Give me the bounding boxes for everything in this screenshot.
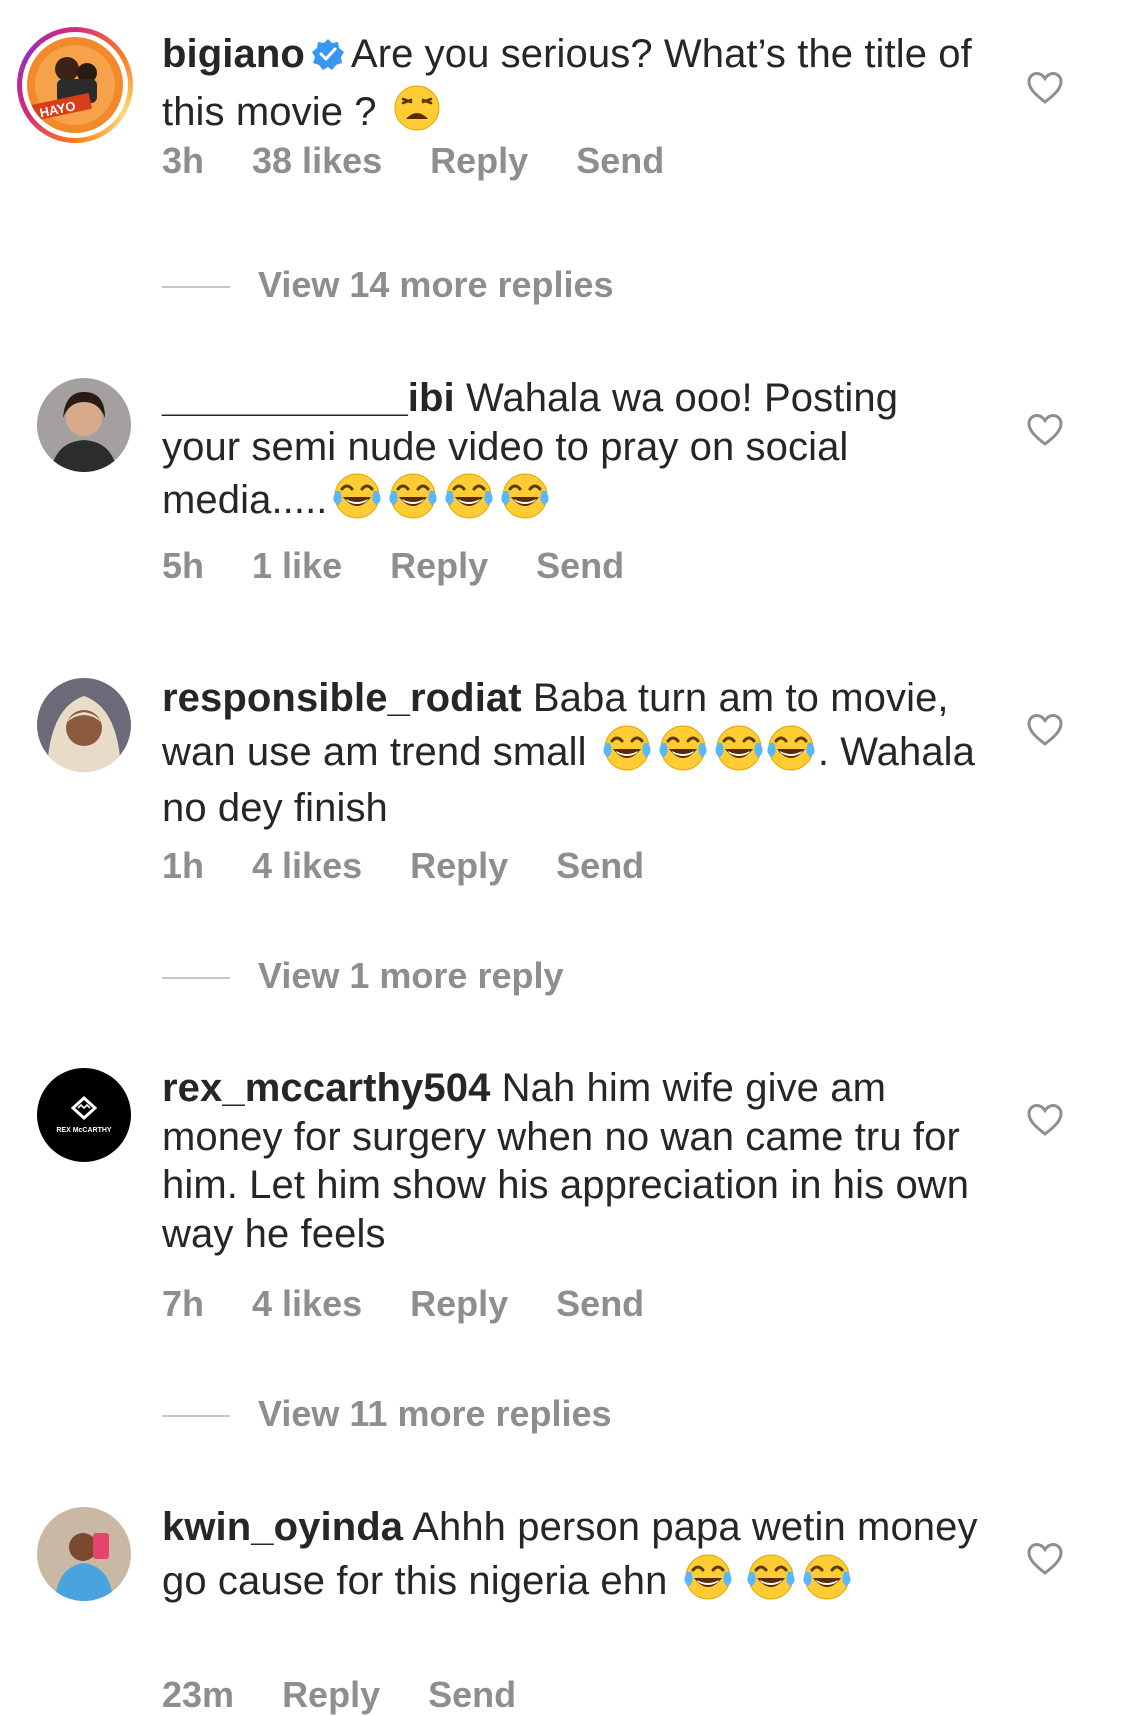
- tears-of-joy-emoji-icon: [745, 1552, 798, 1614]
- like-heart-icon[interactable]: [1026, 1103, 1064, 1137]
- tears-of-joy-emoji-icon: [682, 1552, 735, 1614]
- comment-meta: 7h 4 likes Reply Send: [162, 1283, 692, 1325]
- send-button[interactable]: Send: [556, 845, 644, 887]
- comment-text: ___________ibi Wahala wa ooo! Posting yo…: [162, 374, 982, 533]
- reply-button[interactable]: Reply: [410, 845, 508, 887]
- like-heart-icon[interactable]: [1026, 1542, 1064, 1576]
- comment-username[interactable]: ___________ibi: [162, 376, 455, 420]
- avatar[interactable]: [37, 1507, 131, 1601]
- comment-text: bigiano Are you serious? What’s the title…: [162, 30, 982, 144]
- tears-of-joy-emoji-icon: [443, 471, 496, 533]
- tears-of-joy-emoji-icon: [801, 1552, 854, 1614]
- comment-text: kwin_oyinda Ahhh person papa wetin money…: [162, 1503, 982, 1613]
- view-more-replies-button[interactable]: View 14 more replies: [162, 264, 614, 306]
- comment-meta: 1h 4 likes Reply Send: [162, 845, 692, 887]
- reply-button[interactable]: Reply: [430, 140, 528, 182]
- like-heart-icon[interactable]: [1026, 713, 1064, 747]
- likes-count[interactable]: 38 likes: [252, 140, 382, 182]
- view-more-replies-button[interactable]: View 11 more replies: [162, 1393, 612, 1435]
- comment-username[interactable]: responsible_rodiat: [162, 676, 522, 720]
- reply-button[interactable]: Reply: [390, 545, 488, 587]
- comment-text: rex_mccarthy504 Nah him wife give am mon…: [162, 1064, 982, 1258]
- view-more-replies-button[interactable]: View 1 more reply: [162, 955, 564, 997]
- like-heart-icon[interactable]: [1026, 413, 1064, 447]
- tears-of-joy-emoji-icon: [499, 471, 552, 533]
- verified-badge-icon: [311, 34, 345, 83]
- tears-of-joy-emoji-icon: [601, 723, 654, 785]
- send-button[interactable]: Send: [536, 545, 624, 587]
- divider: [162, 1415, 230, 1418]
- likes-count[interactable]: 1 like: [252, 545, 342, 587]
- weary-face-emoji-icon: [392, 83, 442, 145]
- comment-time: 7h: [162, 1283, 205, 1324]
- tears-of-joy-emoji-icon: [331, 471, 384, 533]
- comment-time: 5h: [162, 545, 205, 586]
- svg-text:REX McCARTHY: REX McCARTHY: [56, 1127, 112, 1134]
- comment-meta: 3h 38 likes Reply Send: [162, 140, 712, 182]
- comment-meta: 23m Reply Send: [162, 1674, 564, 1716]
- like-heart-icon[interactable]: [1026, 71, 1064, 105]
- comment-username[interactable]: kwin_oyinda: [162, 1505, 403, 1549]
- reply-button[interactable]: Reply: [282, 1674, 380, 1716]
- tears-of-joy-emoji-icon: [713, 723, 766, 785]
- comment-username[interactable]: bigiano: [162, 32, 305, 76]
- reply-button[interactable]: Reply: [410, 1283, 508, 1325]
- comment-time: 23m: [162, 1674, 235, 1715]
- likes-count[interactable]: 4 likes: [252, 1283, 362, 1325]
- send-button[interactable]: Send: [576, 140, 664, 182]
- divider: [162, 977, 230, 980]
- comment-time: 1h: [162, 845, 205, 886]
- likes-count[interactable]: 4 likes: [252, 845, 362, 887]
- comment-username[interactable]: rex_mccarthy504: [162, 1066, 490, 1110]
- send-button[interactable]: Send: [428, 1674, 516, 1716]
- tears-of-joy-emoji-icon: [765, 723, 818, 785]
- tears-of-joy-emoji-icon: [387, 471, 440, 533]
- comment-meta: 5h 1 like Reply Send: [162, 545, 672, 587]
- avatar[interactable]: REX McCARTHY: [37, 1068, 131, 1162]
- send-button[interactable]: Send: [556, 1283, 644, 1325]
- tears-of-joy-emoji-icon: [657, 723, 710, 785]
- avatar[interactable]: [37, 378, 131, 472]
- comment-time: 3h: [162, 140, 205, 181]
- avatar[interactable]: [37, 678, 131, 772]
- avatar[interactable]: HAYO: [17, 27, 133, 143]
- comment-text: responsible_rodiat Baba turn am to movie…: [162, 674, 982, 833]
- divider: [162, 286, 230, 289]
